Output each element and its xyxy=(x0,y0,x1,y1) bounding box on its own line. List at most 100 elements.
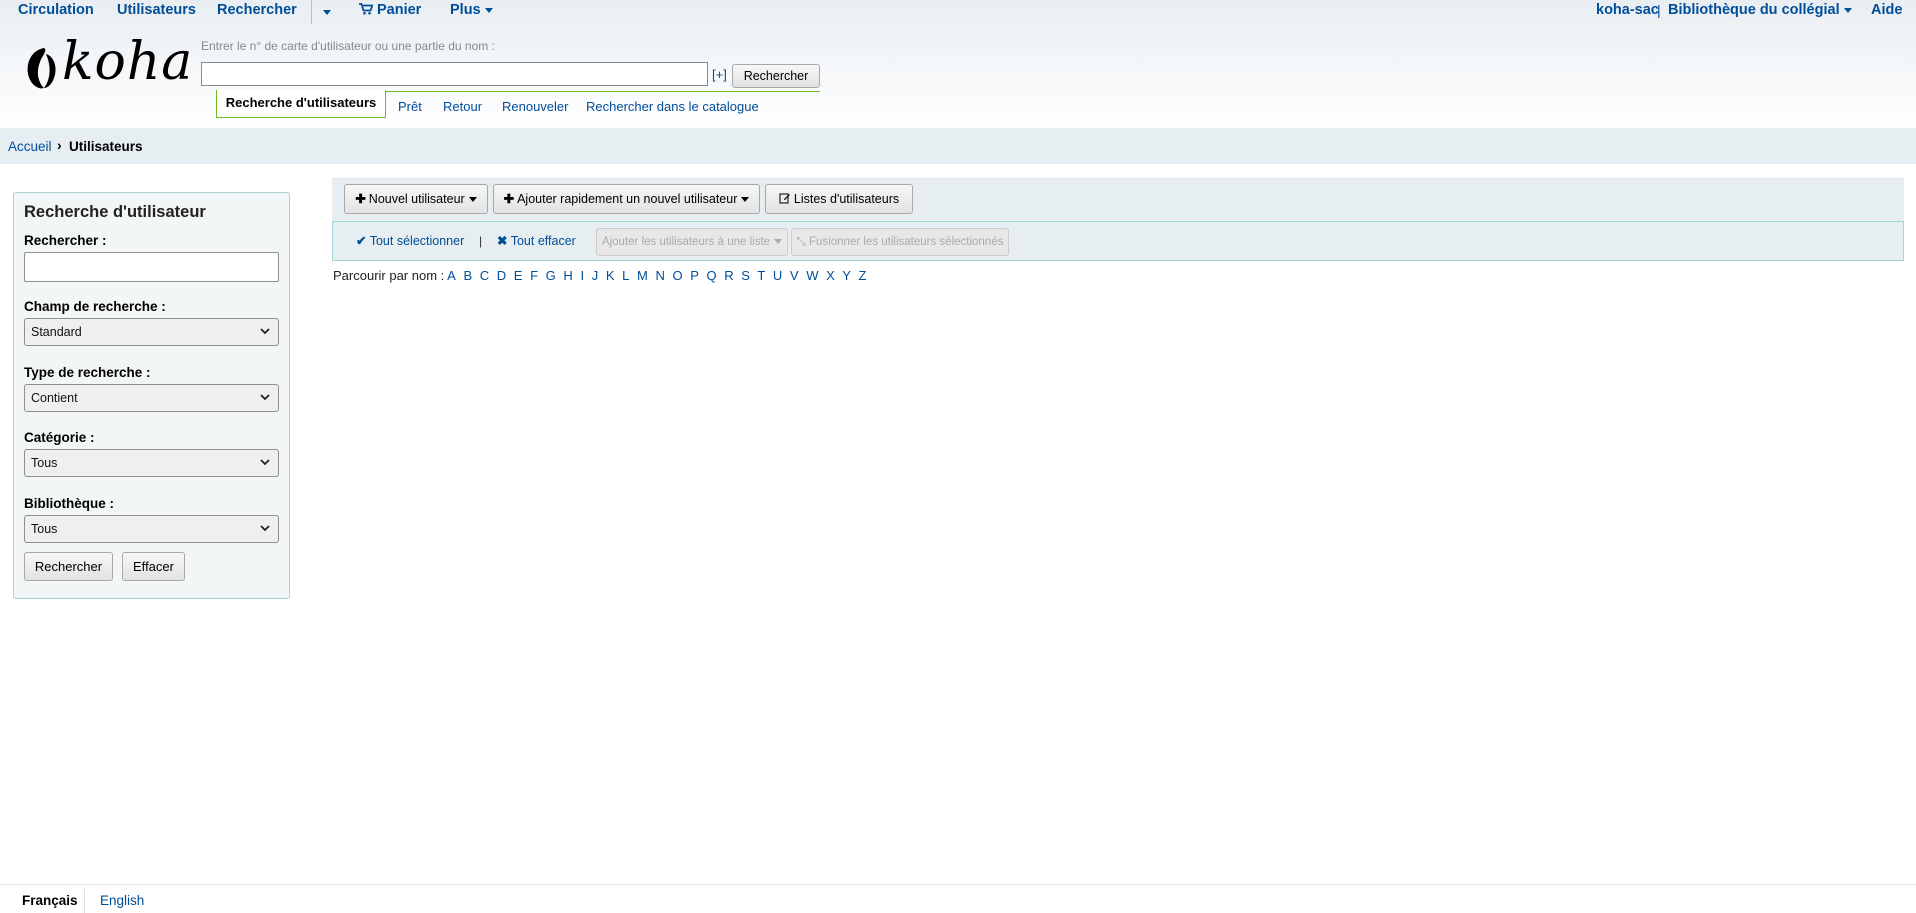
patron-search-input[interactable] xyxy=(201,62,708,86)
browse-label: Parcourir par nom : xyxy=(333,268,445,283)
library-select[interactable]: Tous xyxy=(24,515,279,543)
chevron-down-icon xyxy=(741,197,750,203)
search-type-label: Type de recherche : xyxy=(24,365,151,380)
tab-patron-search[interactable]: Recherche d'utilisateurs xyxy=(216,90,386,118)
koha-logo[interactable]: koha xyxy=(24,36,192,98)
browse-letter-link[interactable]: Q xyxy=(707,268,717,283)
browse-letter-link[interactable]: V xyxy=(790,268,799,283)
select-all-label: Tout sélectionner xyxy=(369,234,465,248)
plus-icon: ✚ xyxy=(503,192,515,206)
library-menu[interactable]: Bibliothèque du collégial xyxy=(1668,2,1852,18)
chevron-down-icon xyxy=(260,394,270,401)
search-type-value: Contient xyxy=(31,391,78,405)
header: Circulation Utilisateurs Rechercher Pani… xyxy=(0,0,1916,128)
patron-lists-button[interactable]: Listes d'utilisateurs xyxy=(765,184,913,214)
browse-letter-link[interactable]: S xyxy=(741,268,750,283)
koha-wordmark: koha xyxy=(62,32,194,92)
breadcrumb-home[interactable]: Accueil xyxy=(8,139,52,154)
search-field-value: Standard xyxy=(31,325,82,339)
search-menu-toggle[interactable] xyxy=(319,4,331,20)
search-type-select[interactable]: Contient xyxy=(24,384,279,412)
chevron-down-icon xyxy=(260,525,270,532)
browse-letter-link[interactable]: K xyxy=(606,268,615,283)
search-label: Rechercher : xyxy=(24,233,107,248)
browse-letter-link[interactable]: M xyxy=(637,268,648,283)
browse-letter-link[interactable]: C xyxy=(480,268,489,283)
header-search-button[interactable]: Rechercher xyxy=(732,64,820,88)
browse-by-name: Parcourir par nom : A B C D E F G H I J … xyxy=(333,268,870,283)
new-patron-button[interactable]: ✚ Nouvel utilisateur xyxy=(344,184,488,214)
new-patron-label: Nouvel utilisateur xyxy=(368,192,465,206)
panel-title: Recherche d'utilisateur xyxy=(24,203,206,221)
clear-all-label: Tout effacer xyxy=(510,234,576,248)
browse-letter-link[interactable]: J xyxy=(592,268,599,283)
nav-cart[interactable]: Panier xyxy=(359,2,421,18)
merge-icon: ⤡ xyxy=(796,236,806,248)
chevron-down-icon xyxy=(323,9,331,15)
library-menu-label: Bibliothèque du collégial xyxy=(1668,2,1840,18)
browse-letter-link[interactable]: B xyxy=(463,268,472,283)
chevron-down-icon xyxy=(260,328,270,335)
browse-letter-link[interactable]: Z xyxy=(858,268,866,283)
browse-letter-link[interactable]: G xyxy=(546,268,556,283)
letter-links: A B C D E F G H I J K L M N O P Q R S T … xyxy=(447,268,870,283)
breadcrumb-separator: › xyxy=(57,137,62,153)
user-library-separator: | xyxy=(1657,2,1661,18)
browse-letter-link[interactable]: T xyxy=(757,268,765,283)
edit-icon xyxy=(779,193,790,204)
tab-catalog-search[interactable]: Rechercher dans le catalogue xyxy=(586,99,759,114)
koha-logo-mark-icon xyxy=(27,48,56,89)
browse-letter-link[interactable]: X xyxy=(826,268,835,283)
tab-checkin[interactable]: Retour xyxy=(443,99,482,114)
browse-letter-link[interactable]: E xyxy=(514,268,523,283)
library-value: Tous xyxy=(31,522,58,536)
clear-all-link[interactable]: ✖ Tout effacer xyxy=(497,233,576,248)
browse-letter-link[interactable]: H xyxy=(563,268,572,283)
browse-letter-link[interactable]: F xyxy=(530,268,538,283)
select-all-link[interactable]: ✔ Tout sélectionner xyxy=(356,233,464,248)
chevron-down-icon xyxy=(468,197,477,203)
add-to-list-button[interactable]: Ajouter les utilisateurs à une liste xyxy=(596,228,788,256)
nav-more[interactable]: Plus xyxy=(450,2,493,18)
nav-help[interactable]: Aide xyxy=(1871,2,1902,18)
tab-checkout[interactable]: Prêt xyxy=(398,99,422,114)
quick-add-patron-button[interactable]: ✚ Ajouter rapidement un nouvel utilisateu… xyxy=(493,184,760,214)
tab-renew[interactable]: Renouveler xyxy=(502,99,569,114)
category-select[interactable]: Tous xyxy=(24,449,279,477)
breadcrumb-current: Utilisateurs xyxy=(69,139,143,154)
side-clear-button[interactable]: Effacer xyxy=(122,552,185,581)
language-footer: Français English xyxy=(0,884,1916,913)
browse-letter-link[interactable]: Y xyxy=(842,268,851,283)
browse-letter-link[interactable]: O xyxy=(672,268,682,283)
chevron-down-icon xyxy=(774,239,783,245)
advanced-search-toggle[interactable]: [+] xyxy=(712,67,727,82)
browse-letter-link[interactable]: P xyxy=(690,268,699,283)
nav-search[interactable]: Rechercher xyxy=(217,2,297,18)
browse-letter-link[interactable]: L xyxy=(622,268,629,283)
browse-letter-link[interactable]: U xyxy=(773,268,782,283)
side-search-input[interactable] xyxy=(24,252,279,282)
side-search-button[interactable]: Rechercher xyxy=(24,552,113,581)
chevron-down-icon xyxy=(484,7,493,13)
patron-search-panel: Recherche d'utilisateur Rechercher : Cha… xyxy=(13,192,290,599)
browse-letter-link[interactable]: A xyxy=(447,268,456,283)
category-value: Tous xyxy=(31,456,58,470)
browse-letter-link[interactable]: N xyxy=(655,268,664,283)
breadcrumb: Accueil › Utilisateurs xyxy=(0,128,1916,164)
top-navigation: Circulation Utilisateurs Rechercher Pani… xyxy=(0,0,1916,24)
nav-divider xyxy=(311,0,312,24)
merge-patrons-button[interactable]: ⤡ Fusionner les utilisateurs sélectionné… xyxy=(791,228,1009,256)
add-to-list-label: Ajouter les utilisateurs à une liste xyxy=(601,236,771,248)
browse-letter-link[interactable]: W xyxy=(806,268,818,283)
nav-circulation[interactable]: Circulation xyxy=(18,2,94,18)
search-field-label: Champ de recherche : xyxy=(24,299,166,314)
nav-patrons[interactable]: Utilisateurs xyxy=(117,2,196,18)
browse-letter-link[interactable]: R xyxy=(724,268,733,283)
search-field-select[interactable]: Standard xyxy=(24,318,279,346)
language-english[interactable]: English xyxy=(100,893,144,908)
chevron-down-icon xyxy=(260,459,270,466)
plus-icon: ✚ xyxy=(355,192,366,206)
user-menu[interactable]: koha-sac xyxy=(1596,2,1659,18)
browse-letter-link[interactable]: I xyxy=(580,268,584,283)
browse-letter-link[interactable]: D xyxy=(497,268,506,283)
